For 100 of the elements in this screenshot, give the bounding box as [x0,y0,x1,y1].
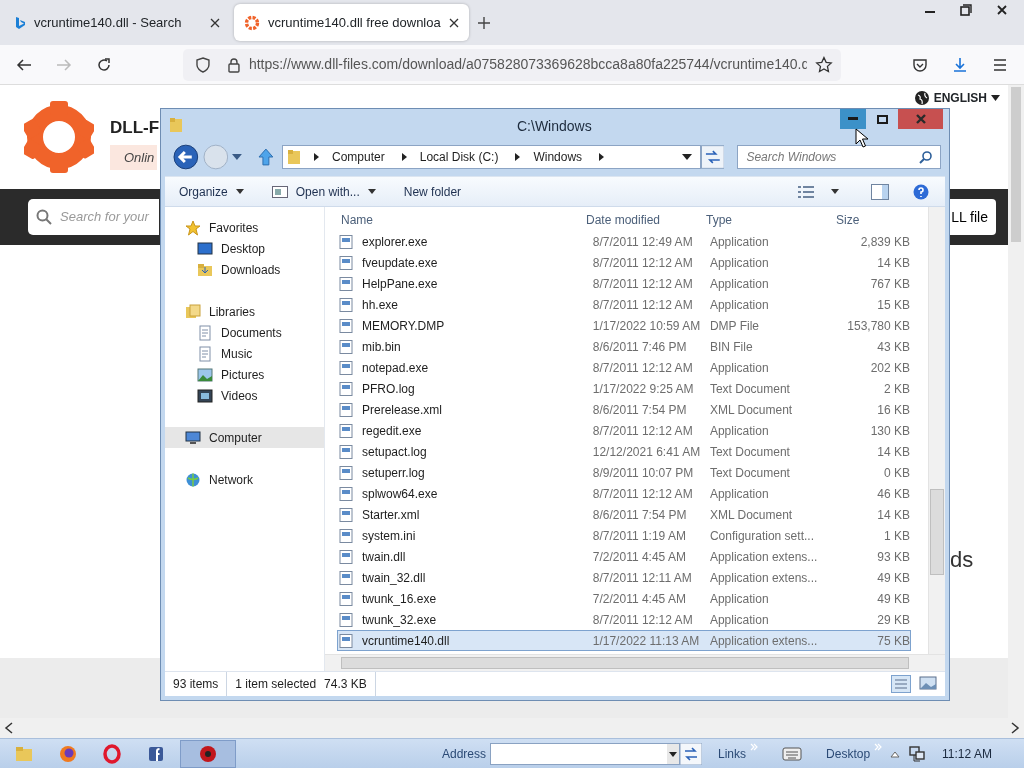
chevron-icon[interactable] [313,152,320,162]
thumbnail-view-icon[interactable] [919,675,937,691]
nav-item[interactable]: Music [165,343,324,364]
file-row[interactable]: setuperr.log 8/9/2011 10:07 PM Text Document 0 KB [337,462,911,483]
search-field[interactable]: Search Windows [737,145,941,169]
file-row[interactable]: fveupdate.exe 8/7/2011 12:12 AM Application 14 KB [337,252,911,273]
nav-item[interactable]: Desktop [165,238,324,259]
file-row[interactable]: mib.bin 8/6/2011 7:46 PM BIN File 43 KB [337,336,911,357]
file-row[interactable]: twunk_16.exe 7/2/2011 4:45 AM Application 49 KB [337,588,911,609]
file-type: DMP File [709,317,761,335]
file-type: BIN File [709,338,754,356]
column-header[interactable]: Name [325,211,586,231]
close-icon[interactable] [448,17,459,28]
back-icon[interactable] [173,144,199,170]
file-size: 1 KB [883,527,910,545]
file-row[interactable]: regedit.exe 8/7/2011 12:12 AM Application 130 KB [337,420,911,441]
column-header[interactable]: Type [706,211,826,231]
nav-item[interactable]: Documents [165,322,324,343]
file-row[interactable]: setupact.log 12/12/2021 6:41 AM Text Document 14 KB [337,441,911,462]
view-list-icon[interactable] [797,184,815,199]
close-icon[interactable] [996,4,1008,16]
column-header[interactable]: Date modified [586,211,706,231]
address-field[interactable] [490,742,681,765]
close-icon[interactable] [210,17,220,28]
file-row[interactable]: Prerelease.xml 8/6/2011 7:54 PM XML Document 16 KB [337,399,911,420]
up-arrow-icon[interactable] [890,749,901,758]
download-icon[interactable] [952,56,968,73]
chevron-icon[interactable] [400,152,408,162]
nav-item[interactable]: Videos [165,385,324,406]
lock-icon[interactable] [226,56,241,73]
reload-icon[interactable] [96,56,112,73]
new-tab-icon[interactable] [476,16,491,30]
search-icon[interactable] [919,150,932,164]
nav-item[interactable]: Computer [165,427,324,448]
search-button[interactable]: LL file [947,199,996,235]
menu-icon[interactable] [992,56,1008,73]
pocket-icon[interactable] [912,56,928,73]
site-name[interactable]: DLL-F [110,115,160,141]
nav-item[interactable]: Libraries [165,301,324,322]
file-row[interactable]: HelpPane.exe 8/7/2011 12:12 AM Application 767 KB [337,273,911,294]
dropdown-icon[interactable] [667,743,680,764]
logo-icon[interactable] [24,101,94,173]
language-selector[interactable]: ENGLISH [913,90,1000,106]
breadcrumb-item[interactable]: Windows [533,148,583,166]
caret-icon[interactable] [232,154,243,160]
scroll-left-icon[interactable] [4,722,14,734]
star-icon[interactable] [815,55,833,74]
chevron-icon[interactable] [514,152,522,162]
nav-item[interactable]: Network [165,469,324,490]
shield-icon[interactable] [195,56,211,73]
caret-icon[interactable] [831,189,839,194]
file-row[interactable]: PFRO.log 1/17/2022 9:25 AM Text Document 2 KB [337,378,911,399]
browser-tab[interactable]: vcruntime140.dll free downloa [234,4,469,41]
file-row[interactable]: twain_32.dll 8/7/2011 12:11 AM Application extens... 49 KB [337,567,911,588]
selection-count: 1 item selected [235,676,317,693]
toolbar-button[interactable]: New folder [397,180,468,203]
chevron-icon[interactable] [598,152,606,162]
up-arrow-icon[interactable] [258,148,274,166]
file-row[interactable]: splwow64.exe 8/7/2011 12:12 AM Application 46 KB [337,483,911,504]
file-row[interactable]: twunk_32.exe 8/7/2011 12:12 AM Application 29 KB [337,609,911,630]
back-icon[interactable] [16,56,32,73]
scrollbar[interactable] [1008,85,1024,718]
file-row[interactable]: explorer.exe 8/7/2011 12:49 AM Application 2,839 KB [337,231,911,252]
restore-icon[interactable] [960,4,972,16]
address-bar[interactable]: Computer Local Disk (C:) Windows [282,145,701,169]
breadcrumb-item[interactable]: Computer [332,148,385,166]
scrollbar[interactable] [325,654,945,671]
file-row[interactable]: hh.exe 8/7/2011 12:12 AM Application 15 KB [337,294,911,315]
file-row[interactable]: notepad.exe 8/7/2011 12:12 AM Application 202 KB [337,357,911,378]
file-icon [338,401,354,418]
keyboard-icon[interactable] [782,746,803,761]
file-row[interactable]: vcruntime140.dll 1/17/2022 11:13 AM Application extens... 75 KB [337,630,911,651]
nav-item[interactable]: Pictures [165,364,324,385]
dropdown-icon[interactable] [681,154,692,160]
file-row[interactable]: MEMORY.DMP 1/17/2022 10:59 AM DMP File 153,780 KB [337,315,911,336]
toolbar-button[interactable]: Organize [173,180,250,203]
file-row[interactable]: twain.dll 7/2/2011 4:45 AM Application extens... 93 KB [337,546,911,567]
browser-tab[interactable]: vcruntime140.dll - Search [4,4,230,41]
links-toolbar[interactable]: Links [718,744,747,763]
desktop-toolbar[interactable]: Desktop [826,744,871,763]
file-row[interactable]: system.ini 8/7/2011 1:19 AM Configuration sett... 1 KB [337,525,911,546]
scrollbar[interactable] [0,718,1024,738]
monitor-icon [197,240,213,257]
nav-item[interactable]: Downloads [165,259,324,280]
scrollbar[interactable] [928,207,945,655]
file-row[interactable]: Starter.xml 8/6/2011 7:54 PM XML Document 14 KB [337,504,911,525]
network-icon[interactable] [908,744,927,763]
refresh-icon[interactable] [700,145,725,169]
taskbar-button[interactable] [180,739,236,768]
preview-pane-icon[interactable] [871,183,889,200]
clock[interactable]: 11:12 AM [942,744,992,763]
breadcrumb-item[interactable]: Local Disk (C:) [419,148,499,166]
file-size: 14 KB [876,254,910,272]
nav-item[interactable]: Favorites [165,217,324,238]
column-header[interactable]: Size [826,211,911,231]
toolbar-button[interactable]: Open with... [265,180,382,203]
date-modified: 8/7/2011 12:11 AM [592,569,693,587]
help-icon[interactable] [913,183,929,200]
scroll-right-icon[interactable] [1010,722,1020,734]
minimize-button[interactable] [840,109,866,129]
